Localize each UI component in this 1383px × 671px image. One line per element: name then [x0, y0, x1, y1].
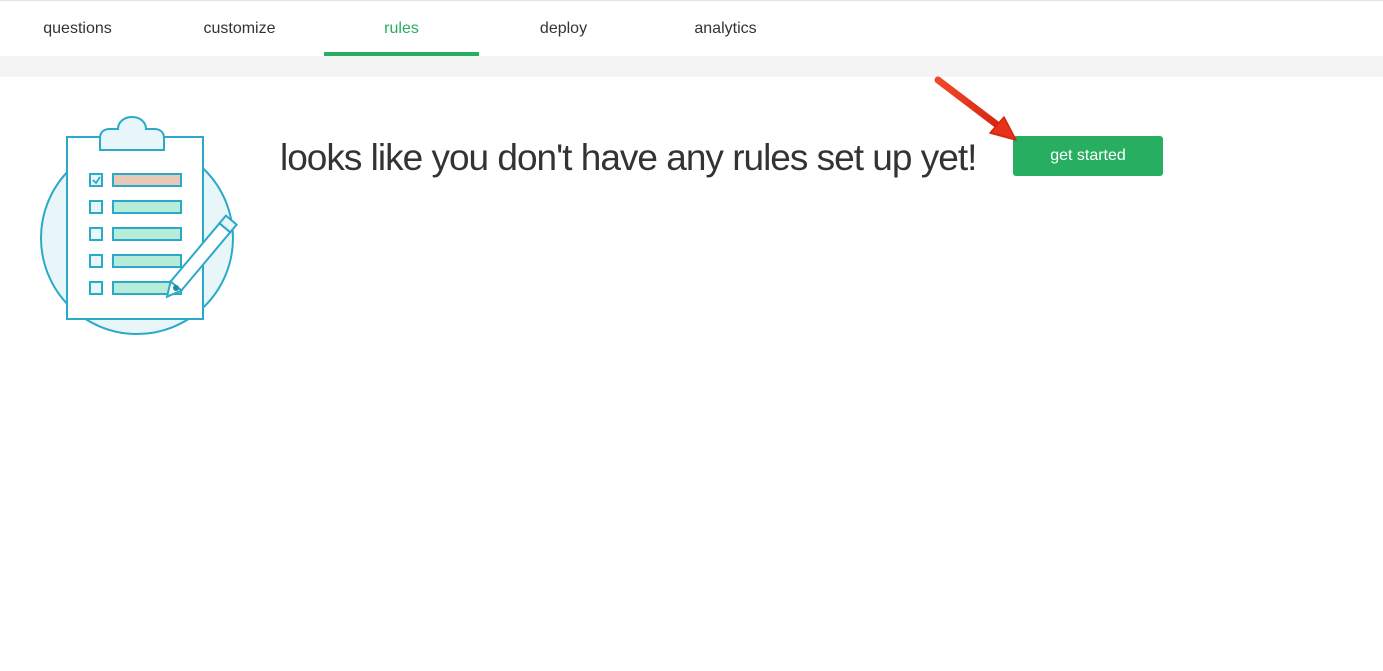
empty-state-message: looks like you don't have any rules set … — [280, 137, 977, 178]
get-started-button[interactable]: get started — [1013, 136, 1163, 176]
tab-bar: questions customize rules deploy analyti… — [0, 1, 1383, 56]
clipboard-checklist-icon — [36, 114, 246, 339]
tab-analytics[interactable]: analytics — [648, 1, 803, 56]
tab-questions[interactable]: questions — [0, 1, 155, 56]
red-arrow-icon — [928, 70, 1028, 150]
content-separator — [0, 56, 1383, 77]
tab-deploy[interactable]: deploy — [486, 1, 641, 56]
tab-customize[interactable]: customize — [162, 1, 317, 56]
tab-rules[interactable]: rules — [324, 1, 479, 56]
